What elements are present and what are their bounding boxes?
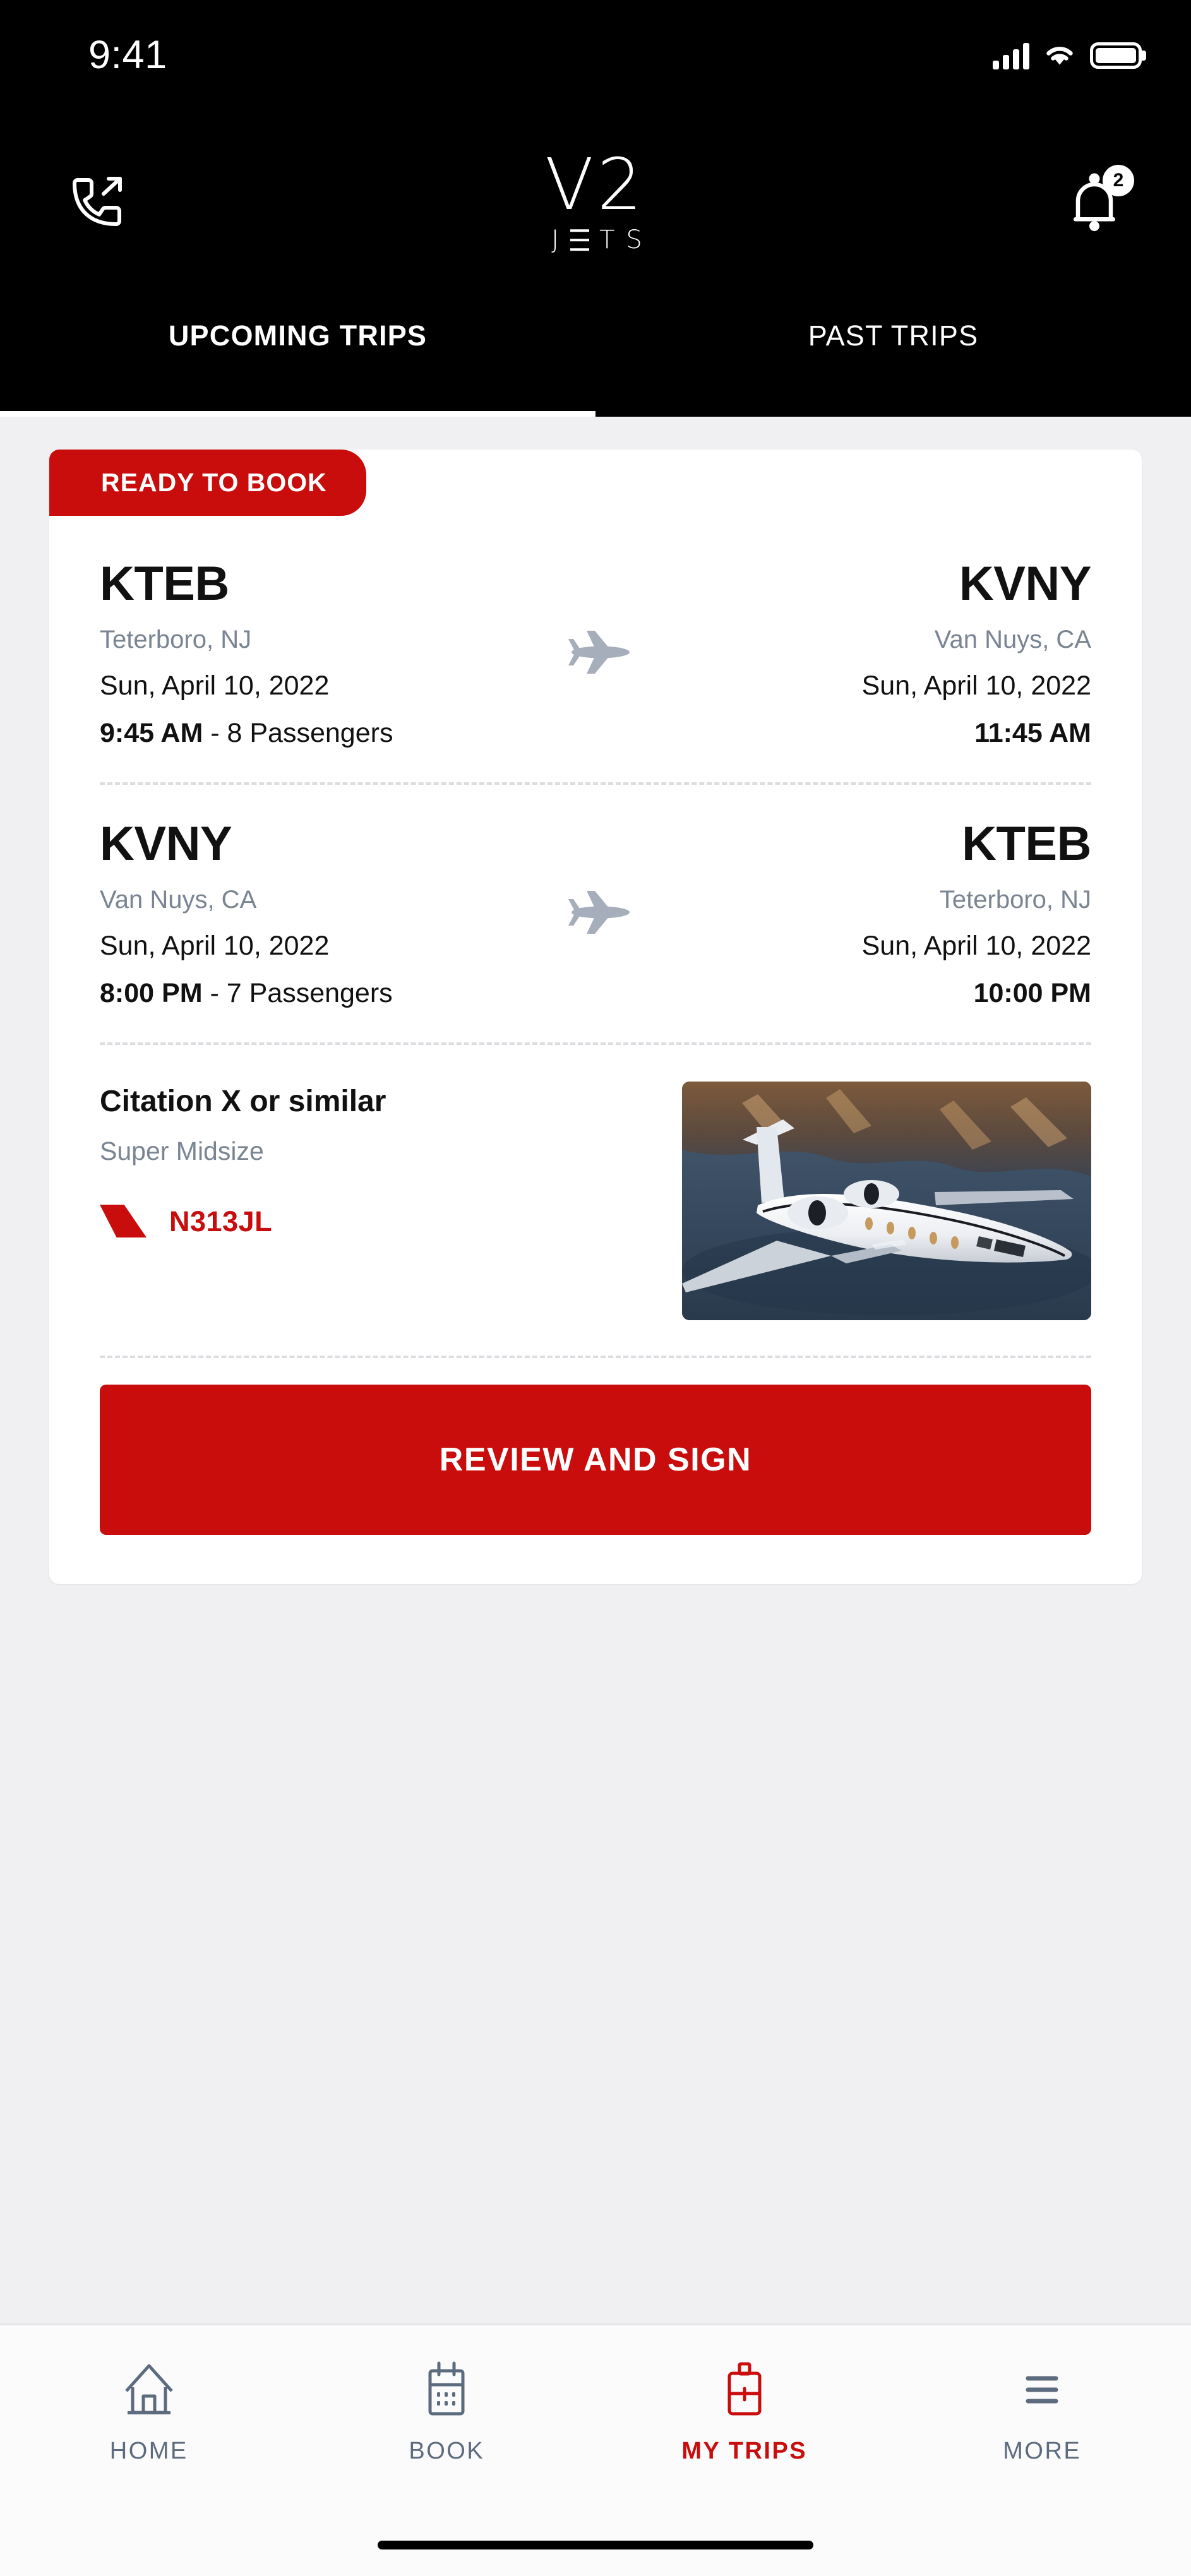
- notifications-button[interactable]: 2: [1053, 161, 1135, 243]
- bottom-navigation: HOME BOOK MY TRIPS MORE: [0, 2323, 1191, 2576]
- tab-past-trips-label: PAST TRIPS: [808, 319, 979, 352]
- leg-1-arrival-date: Sun, April 10, 2022: [861, 671, 1091, 701]
- leg-1-departure-code: KTEB: [100, 557, 229, 611]
- leg-2-departure: KVNY Van Nuys, CA Sun, April 10, 2022 8:…: [100, 820, 393, 1007]
- tab-past-trips[interactable]: PAST TRIPS: [596, 294, 1191, 417]
- logo-secondary-text: J T S: [551, 227, 643, 253]
- logo-letter-t: T: [599, 225, 616, 254]
- tail-number: N313JL: [169, 1205, 273, 1237]
- status-bar-time: 9:41: [88, 33, 167, 77]
- nav-item-my-trips-label: MY TRIPS: [681, 2438, 808, 2464]
- flight-legs: KTEB Teterboro, NJ Sun, April 10, 2022 9…: [49, 450, 1142, 1042]
- leg-1-arrival-time: 11:45 AM: [974, 718, 1091, 748]
- logo-letter-e-icon: [570, 229, 589, 251]
- leg-2-arrival: KTEB Teterboro, NJ Sun, April 10, 2022 1…: [861, 817, 1092, 1007]
- nav-item-my-trips[interactable]: MY TRIPS: [596, 2358, 894, 2463]
- phone-outgoing-icon: [73, 177, 122, 226]
- review-and-sign-button[interactable]: REVIEW AND SIGN: [100, 1385, 1091, 1535]
- status-bar-icons: [993, 42, 1142, 69]
- leg-1-departure-time-row: 9:45 AM - 8 Passengers: [100, 720, 393, 747]
- leg-2-airplane-icon: [561, 888, 630, 939]
- leg-1-arrival-time-row: 11:45 AM: [974, 720, 1091, 747]
- leg-1-passengers: - 8 Passengers: [210, 718, 393, 748]
- tab-upcoming-trips[interactable]: UPCOMING TRIPS: [0, 294, 596, 417]
- home-indicator[interactable]: [378, 2541, 813, 2549]
- nav-item-more[interactable]: MORE: [894, 2358, 1191, 2463]
- nav-item-more-label: MORE: [1003, 2438, 1082, 2464]
- app-screen: 9:41 V2 J T S 2 UPCOMING TRIPS PAST TRIP…: [0, 0, 1191, 2576]
- header-nav-row: V2 J T S 2: [0, 110, 1191, 294]
- leg-1-arrival-city: Van Nuys, CA: [934, 626, 1091, 653]
- aircraft-section: Citation X or similar Super Midsize N313…: [49, 1045, 1142, 1356]
- home-icon: [124, 2364, 173, 2414]
- leg-1-departure-city: Teterboro, NJ: [100, 626, 252, 653]
- leg-2-arrival-time: 10:00 PM: [973, 978, 1091, 1008]
- aircraft-photo: [682, 1082, 1091, 1320]
- leg-1-arrival-code: KVNY: [959, 557, 1092, 611]
- wifi-icon: [1046, 46, 1073, 64]
- tail-fin-icon: [100, 1205, 147, 1237]
- leg-2-departure-date: Sun, April 10, 2022: [100, 931, 330, 961]
- nav-item-book-label: BOOK: [409, 2438, 485, 2464]
- briefcase-icon: [727, 2362, 762, 2416]
- leg-2-arrival-time-row: 10:00 PM: [974, 980, 1091, 1007]
- tail-number-row: N313JL: [100, 1205, 386, 1237]
- app-logo: V2 J T S: [0, 144, 1191, 253]
- hamburger-menu-icon: [1026, 2376, 1058, 2404]
- trip-card[interactable]: READY TO BOOK KTEB Teterboro, NJ Sun, Ap…: [49, 450, 1142, 1584]
- leg-2-arrival-code: KTEB: [962, 817, 1091, 871]
- leg-2-departure-time: 8:00 PM: [100, 978, 203, 1008]
- leg-1-airplane-icon: [561, 628, 630, 679]
- status-badge: READY TO BOOK: [49, 450, 366, 516]
- nav-item-home-label: HOME: [109, 2438, 188, 2464]
- leg-2-passengers: - 7 Passengers: [210, 978, 393, 1008]
- trips-tabbar: UPCOMING TRIPS PAST TRIPS: [0, 294, 1191, 417]
- aircraft-info: Citation X or similar Super Midsize N313…: [100, 1082, 386, 1237]
- leg-1-departure-time: 9:45 AM: [100, 718, 203, 748]
- calendar-icon: [428, 2361, 465, 2416]
- leg-2-departure-city: Van Nuys, CA: [100, 886, 257, 914]
- leg-1-departure: KTEB Teterboro, NJ Sun, April 10, 2022 9…: [100, 560, 393, 747]
- home-indicator-area: [0, 2541, 1191, 2549]
- logo-letter-s: S: [626, 225, 643, 254]
- cellular-signal-icon: [993, 42, 1029, 69]
- leg-2-arrival-city: Teterboro, NJ: [939, 886, 1091, 914]
- app-header: 9:41 V2 J T S 2 UPCOMING TRIPS PAST TRIP…: [0, 0, 1191, 417]
- leg-2-departure-code: KVNY: [100, 817, 232, 871]
- leg-2-arrival-date: Sun, April 10, 2022: [861, 931, 1091, 961]
- battery-icon: [1090, 42, 1142, 69]
- aircraft-name: Citation X or similar: [100, 1085, 386, 1118]
- tab-upcoming-trips-label: UPCOMING TRIPS: [168, 319, 428, 352]
- leg-2-departure-time-row: 8:00 PM - 7 Passengers: [100, 980, 393, 1007]
- call-button[interactable]: [56, 161, 138, 243]
- status-bar: 9:41: [0, 0, 1191, 110]
- logo-letter-j: J: [551, 225, 560, 254]
- nav-item-book[interactable]: BOOK: [298, 2358, 596, 2463]
- aircraft-category: Super Midsize: [100, 1136, 264, 1166]
- flight-leg-2: KVNY Van Nuys, CA Sun, April 10, 2022 8:…: [100, 785, 1091, 1042]
- nav-item-home[interactable]: HOME: [0, 2358, 298, 2463]
- leg-1-arrival: KVNY Van Nuys, CA Sun, April 10, 2022 11…: [861, 557, 1092, 747]
- cta-area: REVIEW AND SIGN: [49, 1358, 1142, 1584]
- leg-1-departure-date: Sun, April 10, 2022: [100, 671, 330, 701]
- notification-badge: 2: [1103, 165, 1134, 196]
- trips-list: READY TO BOOK KTEB Teterboro, NJ Sun, Ap…: [0, 417, 1191, 2323]
- flight-leg-1: KTEB Teterboro, NJ Sun, April 10, 2022 9…: [100, 557, 1092, 782]
- logo-primary-text: V2: [545, 144, 646, 227]
